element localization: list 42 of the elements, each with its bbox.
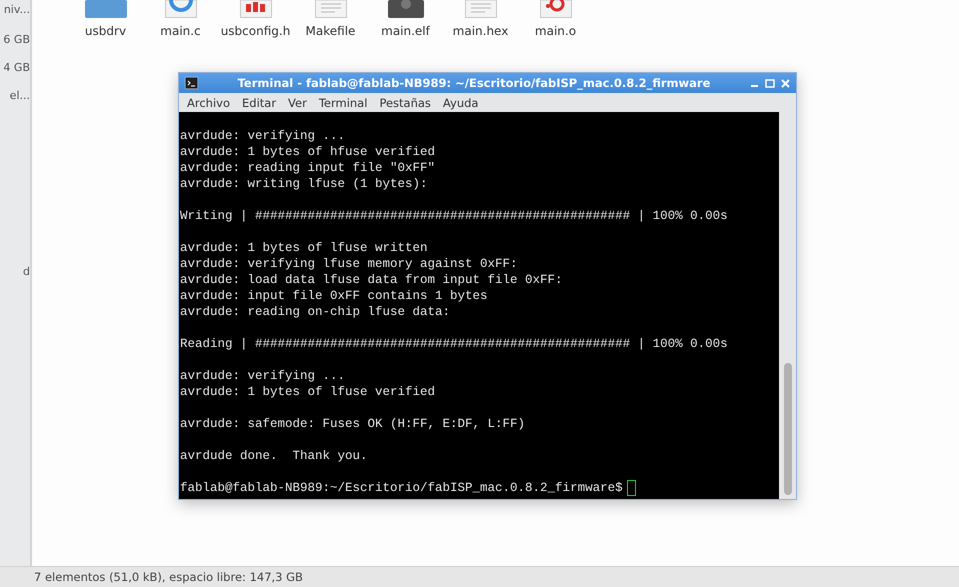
sidebar-item[interactable]: el... bbox=[10, 88, 30, 104]
terminal-line: avrdude done. Thank you. bbox=[180, 448, 369, 464]
terminal-line: avrdude: verifying ... bbox=[180, 128, 346, 144]
sidebar-item[interactable]: niv... bbox=[4, 2, 30, 18]
terminal-line: avrdude: verifying lfuse memory against 0xFF: bbox=[180, 256, 519, 272]
sidebar-item[interactable]: d bbox=[23, 264, 30, 280]
file-name[interactable]: Makefile bbox=[306, 24, 356, 38]
window-title: Terminal - fablab@fablab-NB989: ~/Escritorio/fabISP_mac.0.8.2_firmware bbox=[236, 76, 712, 90]
menu-item[interactable]: Editar bbox=[236, 96, 282, 110]
terminal-prompt: fablab@fablab-NB989:~/Escritorio/fabISP_mac.0.8.2_firmware$ bbox=[180, 480, 623, 496]
terminal-line: Reading | ################################################## | 100% 0.00s bbox=[180, 336, 729, 352]
terminal-line: avrdude: verifying ... bbox=[180, 368, 346, 384]
menu-item[interactable]: Archivo bbox=[181, 96, 236, 110]
file-name[interactable]: main.elf bbox=[381, 24, 430, 38]
file-name[interactable]: main.o bbox=[534, 24, 576, 38]
terminal-line: avrdude: safemode: Fuses OK (H:FF, E:DF, L:FF) bbox=[180, 416, 526, 432]
terminal-line: avrdude: reading on-chip lfuse data: bbox=[180, 304, 452, 320]
sidebar-item[interactable]: 6 GB bbox=[3, 32, 30, 48]
terminal-line: avrdude: reading input file "0xFF" bbox=[180, 160, 436, 176]
scrollbar-thumb[interactable] bbox=[784, 363, 792, 495]
menu-item[interactable]: Pestañas bbox=[373, 96, 437, 110]
sidebar-item[interactable]: 4 GB bbox=[3, 60, 30, 76]
menu-item[interactable]: Terminal bbox=[312, 96, 374, 110]
terminal-line: avrdude: load data lfuse data from input file 0xFF: bbox=[180, 272, 564, 288]
terminal-line: avrdude: input file 0xFF contains 1 bytes bbox=[180, 288, 489, 304]
terminal-line: Writing | ################################################## | 100% 0.00s bbox=[180, 208, 729, 224]
terminal-line: avrdude: 1 bytes of hfuse verified bbox=[180, 144, 436, 160]
terminal-line: avrdude: writing lfuse (1 bytes): bbox=[180, 176, 429, 192]
terminal-line: avrdude: 1 bytes of lfuse written bbox=[180, 240, 429, 256]
file-name[interactable]: usbdrv bbox=[84, 24, 126, 38]
maximize-icon[interactable] bbox=[765, 78, 775, 88]
status-bar: 7 elementos (51,0 kB), espacio libre: 147,3 GB bbox=[0, 566, 959, 587]
folder-icon bbox=[84, 0, 126, 18]
file-name[interactable]: main.c bbox=[160, 24, 201, 38]
menu-item[interactable]: Ver bbox=[282, 96, 313, 110]
file-name[interactable]: usbconfig.h bbox=[220, 24, 290, 38]
text-cursor bbox=[626, 480, 636, 496]
menu-item[interactable]: Ayuda bbox=[436, 96, 484, 110]
terminal-icon bbox=[185, 77, 198, 89]
file-name[interactable]: main.hex bbox=[452, 24, 508, 38]
terminal-line: avrdude: 1 bytes of lfuse verified bbox=[180, 384, 436, 400]
close-icon[interactable] bbox=[781, 78, 790, 88]
